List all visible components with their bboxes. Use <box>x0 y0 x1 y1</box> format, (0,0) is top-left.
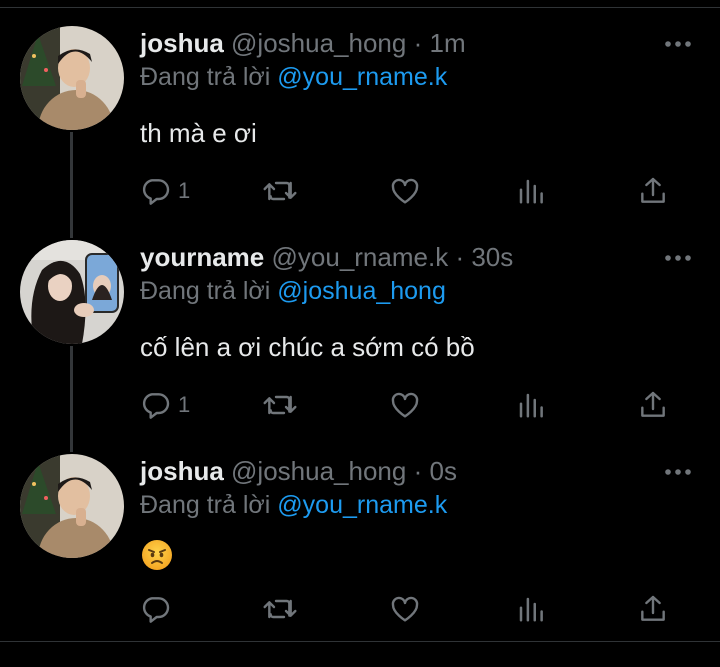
retweet-button[interactable] <box>262 592 298 626</box>
like-icon <box>391 178 419 204</box>
like-icon <box>391 392 419 418</box>
share-icon <box>641 177 665 203</box>
tweet-header: joshua @joshua_hong · 1m <box>140 26 466 60</box>
username[interactable]: @joshua_hong <box>231 456 406 486</box>
mention-link[interactable]: @you_rname.k <box>277 63 447 91</box>
username[interactable]: @you_rname.k <box>272 242 449 272</box>
more-icon[interactable] <box>664 40 692 48</box>
action-bar: 1 <box>140 388 680 422</box>
avatar[interactable] <box>20 26 124 130</box>
like-button[interactable] <box>388 592 422 626</box>
reply-count: 1 <box>178 392 191 417</box>
tweet[interactable]: joshua @joshua_hong · 1m Đang trả lời @y… <box>0 26 720 226</box>
more-icon[interactable] <box>664 468 692 476</box>
timestamp[interactable]: 0s <box>429 456 456 486</box>
retweet-icon <box>263 181 297 201</box>
username[interactable]: @joshua_hong <box>231 28 406 58</box>
action-bar <box>140 592 680 626</box>
avatar[interactable] <box>20 454 124 558</box>
tweet[interactable]: joshua @joshua_hong · 0s Đang trả lời @y… <box>0 454 720 640</box>
retweet-icon <box>263 395 297 415</box>
tweet[interactable]: yourname @you_rname.k · 30s Đang trả lời… <box>0 240 720 440</box>
reply-icon <box>142 393 170 419</box>
display-name[interactable]: joshua <box>140 28 224 58</box>
reply-button[interactable] <box>140 592 178 626</box>
timestamp[interactable]: 1m <box>429 28 465 58</box>
tweet-text: th mà e ơi <box>140 118 257 148</box>
angry-face-emoji <box>142 540 172 570</box>
reply-button[interactable]: 1 <box>140 388 190 422</box>
tweet-text: cố lên a ơi chúc a sớm có bồ <box>140 332 475 362</box>
views-button[interactable] <box>516 174 546 208</box>
tweet-header: joshua @joshua_hong · 0s <box>140 454 457 488</box>
timestamp[interactable]: 30s <box>471 242 513 272</box>
share-icon <box>641 595 665 621</box>
display-name[interactable]: joshua <box>140 456 224 486</box>
reply-prefix: Đang trả lời <box>140 277 271 305</box>
reply-count: 1 <box>178 178 191 203</box>
more-icon[interactable] <box>664 254 692 262</box>
views-button[interactable] <box>516 592 546 626</box>
reply-icon <box>142 597 170 623</box>
share-button[interactable] <box>636 174 670 208</box>
retweet-icon <box>263 599 297 619</box>
separator: · <box>455 242 465 272</box>
share-icon <box>641 391 665 417</box>
views-icon <box>519 393 543 418</box>
share-button[interactable] <box>636 592 670 626</box>
replying-to: Đang trả lời @you_rname.k <box>140 489 447 521</box>
reply-prefix: Đang trả lời <box>140 491 271 519</box>
reply-prefix: Đang trả lời <box>140 63 271 91</box>
like-button[interactable] <box>388 174 422 208</box>
views-icon <box>519 179 543 204</box>
share-button[interactable] <box>636 388 670 422</box>
mention-link[interactable]: @joshua_hong <box>277 277 446 305</box>
views-icon <box>519 597 543 622</box>
like-button[interactable] <box>388 388 422 422</box>
like-icon <box>391 596 419 622</box>
separator: · <box>413 28 423 58</box>
replying-to: Đang trả lời @you_rname.k <box>140 61 447 93</box>
replying-to: Đang trả lời @joshua_hong <box>140 275 446 307</box>
action-bar: 1 <box>140 174 680 208</box>
retweet-button[interactable] <box>262 174 298 208</box>
reply-button[interactable]: 1 <box>140 174 190 208</box>
reply-icon <box>142 179 170 205</box>
tweet-header: yourname @you_rname.k · 30s <box>140 240 513 274</box>
avatar[interactable] <box>20 240 124 344</box>
separator: · <box>413 456 423 486</box>
mention-link[interactable]: @you_rname.k <box>277 491 447 519</box>
retweet-button[interactable] <box>262 388 298 422</box>
top-divider <box>0 7 720 8</box>
display-name[interactable]: yourname <box>140 242 264 272</box>
views-button[interactable] <box>516 388 546 422</box>
bottom-divider <box>0 641 720 642</box>
